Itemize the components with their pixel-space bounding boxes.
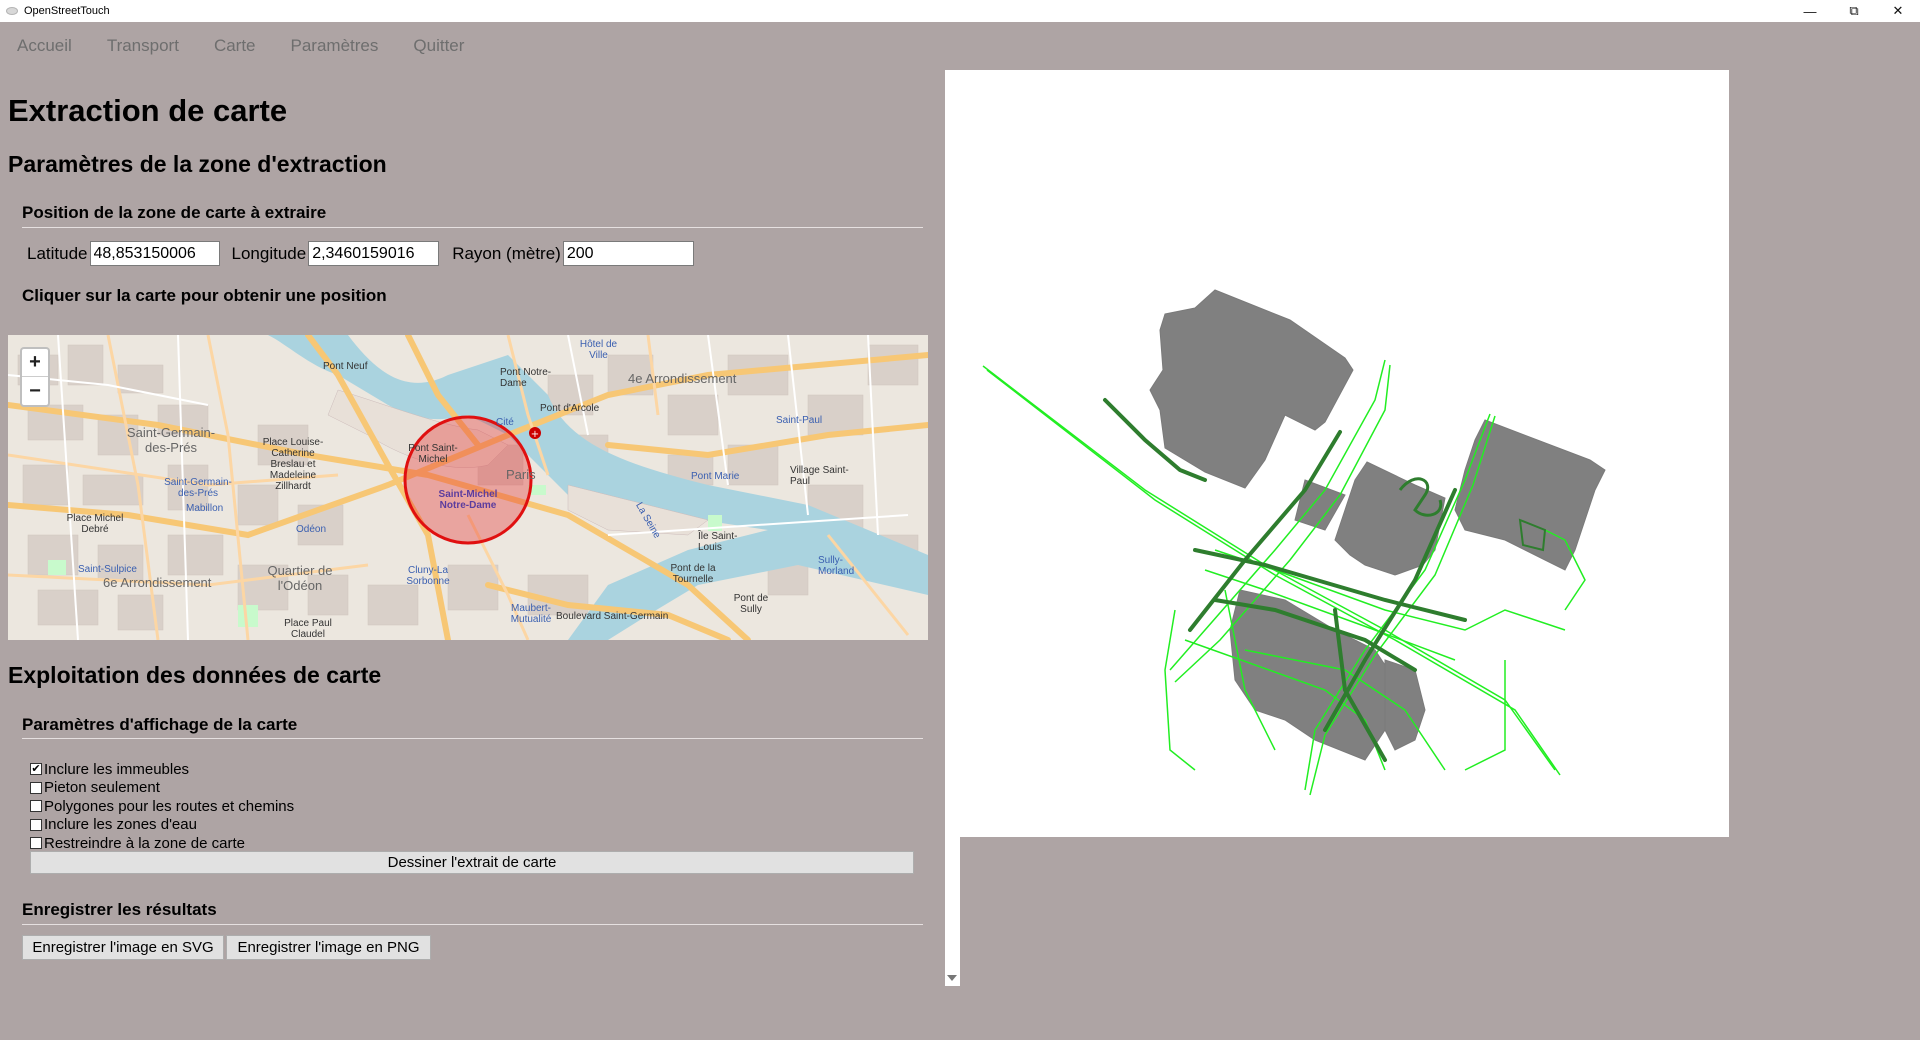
position-heading: Position de la zone de carte à extraire bbox=[22, 203, 327, 222]
checkbox[interactable] bbox=[30, 781, 42, 794]
map-label: Odéon bbox=[296, 524, 327, 535]
display-options: ✔ Inclure les immeubles Pieton seulement… bbox=[30, 760, 294, 853]
extract-drawing bbox=[982, 289, 1606, 796]
title-bar: OpenStreetTouch — ⧉ ✕ bbox=[0, 0, 1920, 22]
display-heading: Paramètres d'affichage de la carte bbox=[22, 715, 298, 734]
close-button[interactable]: ✕ bbox=[1876, 0, 1920, 22]
menu-quitter[interactable]: Quitter bbox=[413, 36, 464, 56]
osm-map[interactable]: + + − Paris Saint-Germain-des-Prés Quart… bbox=[8, 335, 928, 640]
map-label: Saint-Sulpice bbox=[78, 564, 137, 575]
minimize-button[interactable]: — bbox=[1788, 0, 1832, 22]
checkbox[interactable] bbox=[30, 800, 42, 813]
map-label: Place Louise-Catherine Breslau et Madele… bbox=[262, 437, 324, 492]
map-tiles: + bbox=[8, 335, 928, 640]
option-label: Polygones pour les routes et chemins bbox=[44, 797, 295, 815]
extraction-heading: Paramètres de la zone d'extraction bbox=[8, 151, 387, 177]
option-pedestrian-only[interactable]: Pieton seulement bbox=[30, 779, 294, 798]
map-label: Cluny-La Sorbonne bbox=[406, 565, 450, 587]
svg-text:+: + bbox=[531, 429, 539, 440]
map-label: Saint-Germain-des-Prés bbox=[126, 425, 216, 455]
map-label: Saint-Germain-des-Prés bbox=[164, 477, 232, 499]
radius-input[interactable] bbox=[562, 241, 694, 266]
map-label: Pont de la Tournelle bbox=[670, 563, 716, 585]
map-label: Mabillon bbox=[186, 503, 224, 514]
longitude-input[interactable] bbox=[308, 241, 440, 266]
position-fields: Latitude Longitude Rayon (mètre) bbox=[27, 241, 694, 266]
divider bbox=[22, 924, 923, 925]
option-label: Restreindre à la zone de carte bbox=[44, 834, 245, 852]
map-label: Place Michel Debré bbox=[66, 513, 124, 535]
map-label: Pont Notre-Dame bbox=[500, 367, 552, 389]
longitude-label: Longitude bbox=[231, 243, 307, 263]
divider bbox=[22, 227, 923, 228]
map-label: 4e Arrondissement bbox=[628, 371, 737, 386]
app-icon bbox=[6, 7, 18, 15]
map-zoom-control: + − bbox=[20, 347, 50, 407]
map-label: Hôtel de Ville bbox=[579, 339, 618, 361]
map-label: Saint-Michel Notre-Dame bbox=[438, 489, 498, 511]
map-label: 6e Arrondissement bbox=[103, 575, 212, 590]
map-label: Pont Neuf bbox=[323, 361, 368, 372]
map-label: Île Saint-Louis bbox=[698, 531, 738, 553]
option-label: Inclure les zones d'eau bbox=[44, 816, 197, 834]
map-label: Cité bbox=[496, 417, 514, 428]
divider bbox=[22, 738, 923, 739]
menu-accueil[interactable]: Accueil bbox=[17, 36, 72, 56]
option-label: Pieton seulement bbox=[44, 779, 160, 797]
menu-transport[interactable]: Transport bbox=[107, 36, 179, 56]
map-label: Pont Saint-Michel bbox=[408, 443, 458, 465]
draw-map-button[interactable]: Dessiner l'extrait de carte bbox=[30, 851, 914, 874]
option-restrict-zone[interactable]: Restreindre à la zone de carte bbox=[30, 834, 294, 853]
option-include-buildings[interactable]: ✔ Inclure les immeubles bbox=[30, 760, 294, 779]
scroll-down-arrow[interactable] bbox=[947, 975, 957, 981]
map-label: Place Paul Claudel bbox=[284, 618, 332, 640]
option-water-zones[interactable]: Inclure les zones d'eau bbox=[30, 816, 294, 835]
map-label: Boulevard Saint-Germain bbox=[556, 611, 669, 622]
latitude-label: Latitude bbox=[27, 243, 88, 263]
restore-button[interactable]: ⧉ bbox=[1832, 0, 1876, 22]
map-label: Saint-Paul bbox=[776, 415, 823, 426]
zoom-out-button[interactable]: − bbox=[22, 377, 48, 405]
window-controls: — ⧉ ✕ bbox=[1788, 0, 1920, 22]
map-label: Sully-Morland bbox=[818, 555, 855, 577]
main-menu: Accueil Transport Carte Paramètres Quitt… bbox=[17, 36, 464, 56]
option-label: Inclure les immeubles bbox=[44, 760, 190, 778]
save-heading: Enregistrer les résultats bbox=[22, 900, 217, 919]
map-label: Quartier de l'Odéon bbox=[267, 563, 333, 593]
window-title: OpenStreetTouch bbox=[24, 5, 110, 17]
page-title: Extraction de carte bbox=[8, 93, 288, 128]
latitude-input[interactable] bbox=[89, 241, 220, 266]
menu-carte[interactable]: Carte bbox=[214, 36, 256, 56]
zoom-in-button[interactable]: + bbox=[22, 349, 48, 377]
checkbox[interactable] bbox=[30, 818, 42, 831]
radius-label: Rayon (mètre) bbox=[452, 243, 561, 263]
map-label: Maubert-Mutualité bbox=[510, 603, 552, 625]
exploitation-heading: Exploitation des données de carte bbox=[8, 662, 382, 688]
map-label: Pont Marie bbox=[691, 471, 740, 482]
map-label: Village Saint-Paul bbox=[790, 465, 849, 487]
option-road-polygons[interactable]: Polygones pour les routes et chemins bbox=[30, 797, 294, 816]
map-label: Paris bbox=[506, 467, 536, 482]
checkbox[interactable] bbox=[30, 837, 42, 850]
checkbox[interactable]: ✔ bbox=[30, 763, 42, 776]
save-png-button[interactable]: Enregistrer l'image en PNG bbox=[226, 935, 431, 960]
click-hint: Cliquer sur la carte pour obtenir une po… bbox=[22, 286, 387, 305]
map-extract-preview bbox=[945, 70, 1729, 837]
save-svg-button[interactable]: Enregistrer l'image en SVG bbox=[22, 935, 224, 960]
map-label: Pont d'Arcole bbox=[540, 403, 600, 414]
menu-parametres[interactable]: Paramètres bbox=[291, 36, 379, 56]
map-label: Pont de Sully bbox=[733, 593, 769, 615]
